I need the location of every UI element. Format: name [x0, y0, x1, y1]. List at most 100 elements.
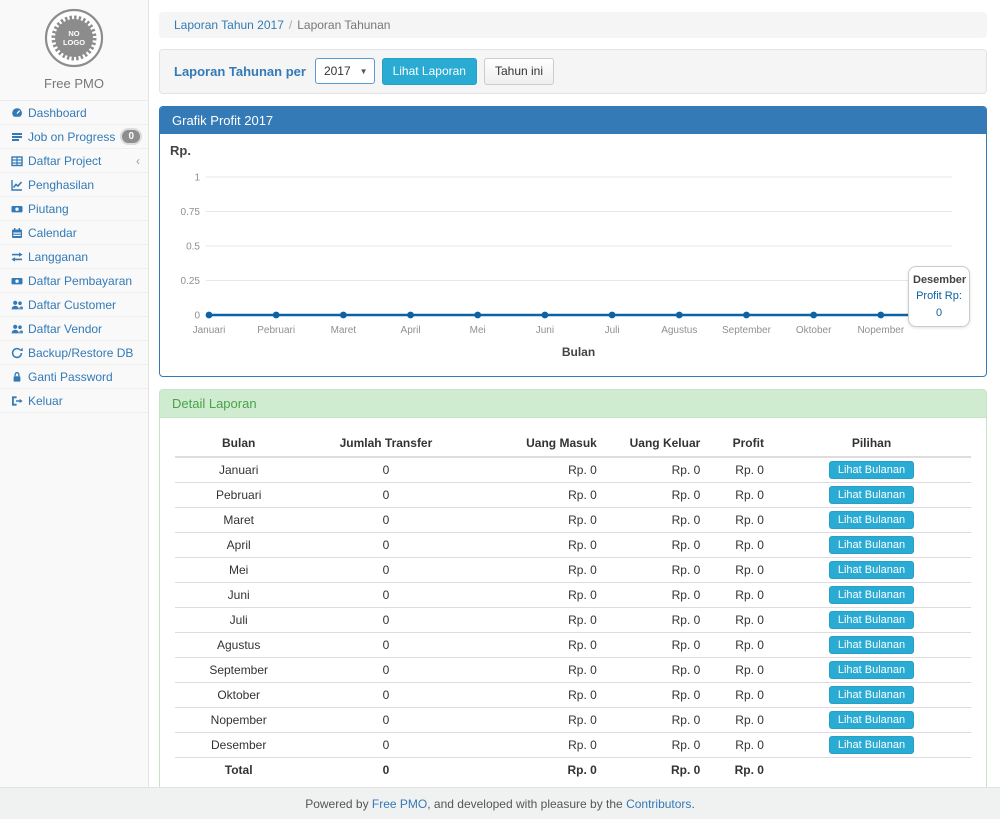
footer-link-free-pmo[interactable]: Free PMO [372, 797, 427, 811]
chart-point[interactable] [609, 311, 616, 318]
sidebar-item-penghasilan[interactable]: Penghasilan [0, 173, 148, 197]
sidebar-item-keluar[interactable]: Keluar [0, 389, 148, 413]
total-cell: Rp. 0 [605, 757, 708, 781]
breadcrumb-link[interactable]: Laporan Tahun 2017 [174, 18, 284, 32]
year-select[interactable]: 2017 ▼ [315, 58, 375, 84]
lihat-bulanan-button[interactable]: Lihat Bulanan [829, 711, 914, 729]
lihat-bulanan-button[interactable]: Lihat Bulanan [829, 486, 914, 504]
money-icon [11, 275, 23, 287]
sidebar-item-label: Job on Progress [28, 130, 115, 144]
lihat-bulanan-button[interactable]: Lihat Bulanan [829, 661, 914, 679]
total-cell: Rp. 0 [708, 757, 772, 781]
lihat-bulanan-button[interactable]: Lihat Bulanan [829, 511, 914, 529]
table-row: Mei0Rp. 0Rp. 0Rp. 0Lihat Bulanan [175, 557, 971, 582]
cell: Rp. 0 [605, 682, 708, 707]
cell: Rp. 0 [708, 532, 772, 557]
chart-point[interactable] [676, 311, 683, 318]
lihat-laporan-button[interactable]: Lihat Laporan [382, 58, 477, 85]
sidebar-item-daftar-customer[interactable]: Daftar Customer [0, 293, 148, 317]
brand-name: Free PMO [0, 76, 148, 91]
line-chart-icon [11, 179, 23, 191]
cell: April [175, 532, 302, 557]
chart-point[interactable] [810, 311, 817, 318]
action-cell: Lihat Bulanan [772, 607, 971, 632]
cell: 0 [302, 657, 469, 682]
column-header-bulan: Bulan [175, 431, 302, 457]
cell: Rp. 0 [470, 457, 605, 483]
cell: 0 [302, 707, 469, 732]
x-tick-label: Pebruari [257, 325, 295, 336]
lihat-bulanan-button[interactable]: Lihat Bulanan [829, 611, 914, 629]
cell: Rp. 0 [708, 557, 772, 582]
chart-point[interactable] [542, 311, 549, 318]
lihat-bulanan-button[interactable]: Lihat Bulanan [829, 736, 914, 754]
footer-link-contributors[interactable]: Contributors [626, 797, 691, 811]
sidebar-item-daftar-vendor[interactable]: Daftar Vendor [0, 317, 148, 341]
breadcrumb: Laporan Tahun 2017/Laporan Tahunan [159, 12, 987, 38]
chart-point[interactable] [273, 311, 280, 318]
sidebar-item-calendar[interactable]: Calendar [0, 221, 148, 245]
sidebar-item-piutang[interactable]: Piutang [0, 197, 148, 221]
table-total-row: Total0Rp. 0Rp. 0Rp. 0 [175, 757, 971, 781]
cell: Rp. 0 [605, 657, 708, 682]
x-tick-label: April [401, 325, 421, 336]
cell: 0 [302, 607, 469, 632]
cell: 0 [302, 557, 469, 582]
tahun-ini-button[interactable]: Tahun ini [484, 58, 554, 85]
lihat-bulanan-button[interactable]: Lihat Bulanan [829, 561, 914, 579]
chart-point[interactable] [743, 311, 750, 318]
cell: 0 [302, 532, 469, 557]
chart-point[interactable] [340, 311, 347, 318]
detail-panel-body: BulanJumlah TransferUang MasukUang Kelua… [160, 418, 986, 796]
cell: Rp. 0 [605, 507, 708, 532]
breadcrumb-current: Laporan Tahunan [297, 18, 390, 32]
dashboard-icon [11, 107, 23, 119]
filter-label: Laporan Tahunan per [174, 64, 306, 79]
chevron-down-icon: ▼ [360, 67, 368, 76]
sidebar-item-label: Daftar Project [28, 154, 101, 168]
report-table: BulanJumlah TransferUang MasukUang Kelua… [175, 431, 971, 782]
sidebar-item-label: Dashboard [28, 106, 87, 120]
cell: Rp. 0 [708, 607, 772, 632]
lihat-bulanan-button[interactable]: Lihat Bulanan [829, 461, 914, 479]
sign-out-icon [11, 395, 23, 407]
cell: Juni [175, 582, 302, 607]
sidebar-item-daftar-project[interactable]: Daftar Project‹ [0, 149, 148, 173]
table-body: Januari0Rp. 0Rp. 0Rp. 0Lihat BulananPebr… [175, 457, 971, 782]
column-header-jumlah-transfer: Jumlah Transfer [302, 431, 469, 457]
action-cell: Lihat Bulanan [772, 682, 971, 707]
chart-canvas: Rp.10.750.50.250JanuariPebruariMaretApri… [160, 134, 986, 376]
cell: 0 [302, 632, 469, 657]
chart-point[interactable] [877, 311, 884, 318]
sidebar-item-job-on-progress[interactable]: Job on Progress0 [0, 125, 148, 149]
x-tick-label: Agustus [661, 325, 697, 336]
sidebar-item-dashboard[interactable]: Dashboard [0, 101, 148, 125]
lock-icon [11, 371, 23, 383]
lihat-bulanan-button[interactable]: Lihat Bulanan [829, 586, 914, 604]
lihat-bulanan-button[interactable]: Lihat Bulanan [829, 636, 914, 654]
cell: Mei [175, 557, 302, 582]
lihat-bulanan-button[interactable]: Lihat Bulanan [829, 536, 914, 554]
cell: Rp. 0 [708, 482, 772, 507]
sidebar-item-langganan[interactable]: Langganan [0, 245, 148, 269]
lihat-bulanan-button[interactable]: Lihat Bulanan [829, 686, 914, 704]
column-header-uang-masuk: Uang Masuk [470, 431, 605, 457]
sidebar-item-backup-restore-db[interactable]: Backup/Restore DB [0, 341, 148, 365]
sidebar-item-daftar-pembayaran[interactable]: Daftar Pembayaran [0, 269, 148, 293]
sidebar-item-ganti-password[interactable]: Ganti Password [0, 365, 148, 389]
main-content: Laporan Tahun 2017/Laporan Tahunan Lapor… [149, 0, 1000, 787]
brand-block: NO LOGO Free PMO [0, 0, 148, 101]
y-tick-label: 0.5 [186, 241, 200, 252]
chart-point[interactable] [407, 311, 414, 318]
cell: Rp. 0 [605, 557, 708, 582]
cell: Rp. 0 [470, 732, 605, 757]
cell: Rp. 0 [708, 582, 772, 607]
chart-point[interactable] [206, 311, 213, 318]
cell: Rp. 0 [708, 732, 772, 757]
cell: Rp. 0 [470, 632, 605, 657]
cell: 0 [302, 682, 469, 707]
action-cell: Lihat Bulanan [772, 732, 971, 757]
chart-point[interactable] [474, 311, 481, 318]
sidebar-item-label: Daftar Customer [28, 298, 116, 312]
sidebar-item-label: Daftar Pembayaran [28, 274, 132, 288]
